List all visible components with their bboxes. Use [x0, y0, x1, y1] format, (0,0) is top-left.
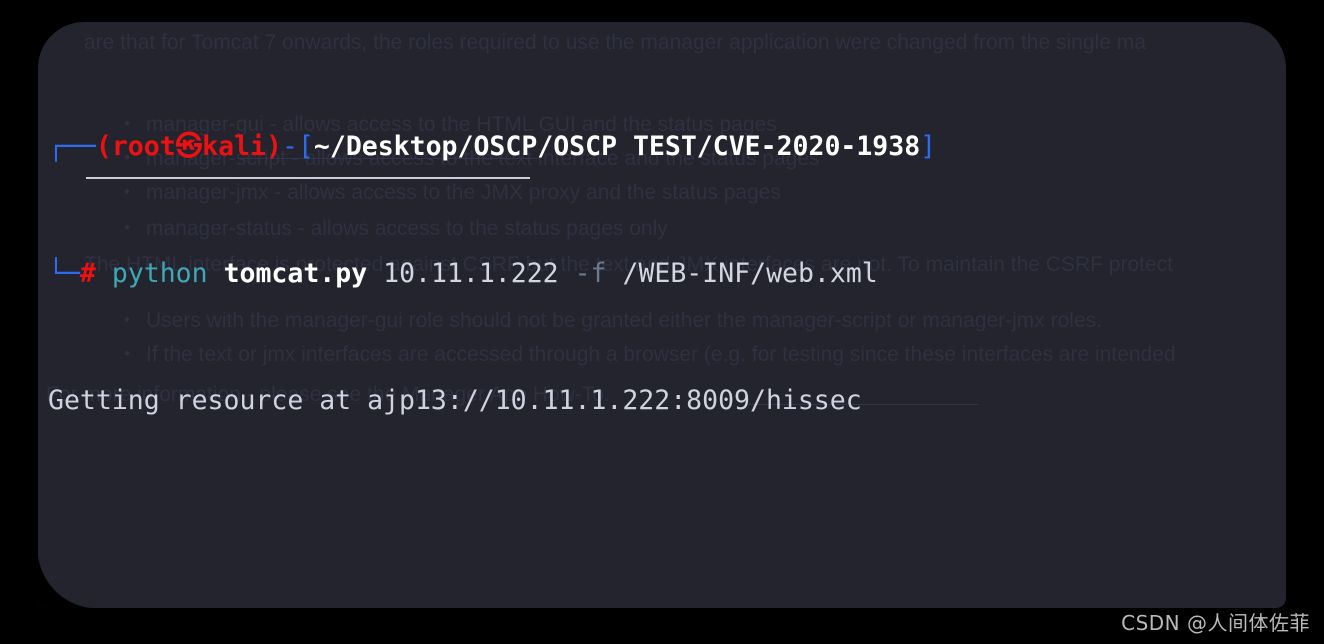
kali-at-icon: ㉿: [175, 131, 203, 163]
prompt-user: root: [111, 131, 176, 163]
prompt-hash-icon: #: [79, 257, 96, 289]
command-file-path: /WEB-INF/web.xml: [622, 257, 878, 289]
prompt-frame-top-icon: ┌──: [48, 131, 96, 163]
csdn-watermark: CSDN @人间体佐菲: [1121, 611, 1310, 635]
command-script: tomcat.py: [223, 257, 368, 289]
prompt-line-top: ┌──(root㉿kali)-[~/Desktop/OSCP/OSCP TEST…: [48, 131, 1286, 163]
terminal-output: ┌──(root㉿kali)-[~/Desktop/OSCP/OSCP TEST…: [48, 36, 1286, 608]
prompt-path: ~/Desktop/OSCP/OSCP TEST/CVE-2020-1938: [313, 131, 921, 163]
prompt-host: kali: [202, 131, 266, 163]
output-status-line: Getting resource at ajp13://10.11.1.222:…: [48, 384, 862, 416]
command-target-host: 10.11.1.222: [383, 257, 559, 289]
prompt-paren-open: (: [95, 131, 112, 163]
output-spacer: [48, 512, 1286, 544]
command-interpreter: python: [111, 257, 208, 289]
prompt-bracket-close: ]: [920, 131, 937, 163]
output-divider-rule: [86, 177, 530, 179]
prompt-line-command: └─# python tomcat.py 10.11.1.222 -f /WEB…: [48, 258, 1286, 290]
prompt-paren-close: ): [266, 131, 282, 163]
prompt-bracket-open: [: [297, 131, 314, 163]
prompt-frame-bottom-icon: └─: [48, 257, 80, 289]
command-flag: -f: [574, 257, 607, 289]
terminal-window[interactable]: are that for Tomcat 7 onwards, the roles…: [38, 22, 1286, 608]
prompt-dash: -: [281, 131, 298, 163]
